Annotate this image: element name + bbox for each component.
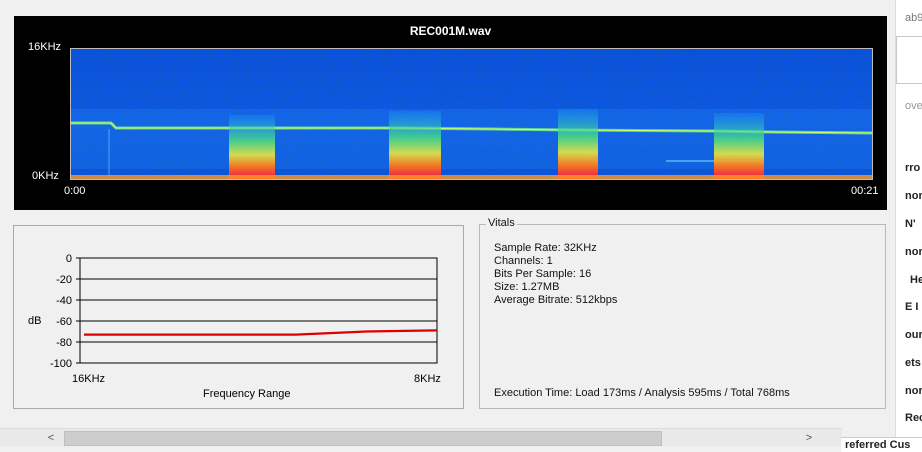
vitals-group: Vitals Sample Rate: 32KHz Channels: 1 Bi…	[479, 217, 886, 409]
y-tick-label: -20	[56, 274, 72, 286]
x-end-label: 00:21	[851, 185, 879, 197]
sample-rate: Sample Rate: 32KHz	[494, 242, 597, 254]
level-series-line	[84, 329, 438, 336]
bg-fragment: ove	[905, 100, 922, 112]
background-window: ab9 ove rro nor N' nor He E I our ets no…	[895, 0, 922, 451]
y-tick-label: 0	[66, 253, 72, 265]
bg-fragment: ab9	[905, 12, 922, 24]
bg-fragment: ets	[905, 357, 921, 369]
channels: Channels: 1	[494, 255, 553, 267]
y-tick-label: -60	[56, 316, 72, 328]
plot-area	[79, 257, 438, 364]
y-tick-label: -40	[56, 295, 72, 307]
bg-fragment: N'	[905, 218, 916, 230]
y-tick-label: -100	[50, 358, 72, 370]
bg-fragment: nor	[905, 190, 922, 202]
x-left-label: 16KHz	[72, 373, 105, 385]
x-axis-label: Frequency Range	[203, 388, 290, 400]
level-chart: 0 -20 -40 -60 -80 -100 dB 16KHz 8KHz Frequenc…	[28, 253, 441, 400]
bg-fragment: rro	[905, 162, 921, 174]
bg-fragment: our	[905, 329, 922, 341]
bits-per-sample: Bits Per Sample: 16	[494, 268, 592, 280]
bg-fragment: nor	[905, 385, 922, 397]
execution-time: Execution Time: Load 173ms / Analysis 59…	[494, 387, 790, 399]
average-bitrate: Average Bitrate: 512kbps	[494, 294, 618, 306]
bg-footer-text: referred Cus	[845, 439, 911, 451]
bg-fragment: He	[910, 274, 922, 286]
scroll-left-icon[interactable]: <	[42, 431, 60, 445]
scrollbar-thumb[interactable]	[64, 431, 662, 446]
file-size: Size: 1.27MB	[494, 281, 560, 293]
y-axis-label: dB	[28, 315, 41, 327]
spectrogram-image	[70, 48, 873, 180]
bg-fragment: E I	[905, 301, 919, 313]
bg-fragment: nor	[905, 246, 922, 258]
vitals-legend: Vitals	[486, 217, 517, 229]
x-right-label: 8KHz	[414, 373, 441, 385]
bg-fragment: Rec	[905, 412, 922, 424]
y-top-label: 16KHz	[28, 41, 62, 53]
x-start-label: 0:00	[64, 185, 86, 197]
spectrogram-panel: REC001M.wav 16KHz 0KHz 0:00 00:21	[14, 16, 887, 210]
scroll-right-icon[interactable]: >	[800, 431, 818, 445]
y-bottom-label: 0KHz	[32, 170, 59, 182]
horizontal-scrollbar[interactable]: < >	[0, 428, 842, 446]
spectrum-analyzer-window: REC001M.wav 16KHz 0KHz 0:00 00:21 0 -20 …	[0, 0, 895, 446]
y-tick-label: -80	[56, 337, 72, 349]
spectrogram-title: REC001M.wav	[409, 24, 492, 38]
background-footer: referred Cus	[841, 437, 922, 452]
vitals-list: Sample Rate: 32KHz Channels: 1 Bits Per …	[494, 242, 617, 307]
level-chart-group: 0 -20 -40 -60 -80 -100 dB 16KHz 8KHz Frequenc…	[13, 225, 464, 409]
